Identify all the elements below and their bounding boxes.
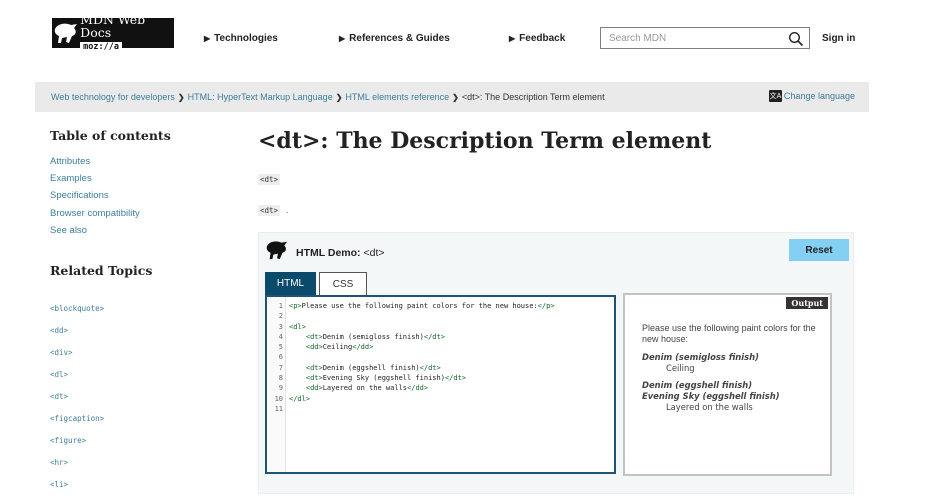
tab-css[interactable]: CSS <box>319 272 367 295</box>
output-body: Please use the following paint colors fo… <box>642 323 817 419</box>
change-language-label: Change language <box>783 91 855 101</box>
breadcrumb: Web technology for developers ❯ HTML: Hy… <box>35 82 869 112</box>
search-icon[interactable] <box>788 31 804 47</box>
output-paragraph: Please use the following paint colors fo… <box>642 323 816 344</box>
code-chip-dt-2: <dt> <box>258 205 281 216</box>
nav-label: References & Guides <box>349 33 450 44</box>
output-description: Ceiling <box>666 363 695 373</box>
output-term: Denim (eggshell finish) <box>642 380 753 390</box>
triangle-right-icon: ▶ <box>509 34 516 43</box>
related-item-li[interactable]: <li> <box>50 480 68 489</box>
breadcrumb-html[interactable]: HTML: HyperText Markup Language <box>188 92 333 102</box>
output-description-list: Denim (semigloss finish) Ceiling Denim (… <box>642 352 817 413</box>
toc-list: Attributes Examples Specifications Brows… <box>50 153 140 239</box>
sign-in-link[interactable]: Sign in <box>822 33 855 44</box>
nav-label: Technologies <box>214 33 278 44</box>
reset-button[interactable]: Reset <box>789 239 849 261</box>
chevron-right-icon: ❯ <box>335 92 343 102</box>
code-content[interactable]: <p>Please use the following paint colors… <box>289 301 555 404</box>
triangle-right-icon: ▶ <box>204 34 211 43</box>
mdn-logo[interactable]: MDN Web Docs moz://a <box>52 14 174 53</box>
related-item-dt[interactable]: <dt> <box>50 392 68 401</box>
line-numbers: 1 2 3 4 5 6 7 8 9 10 11 <box>274 302 283 413</box>
output-term: Evening Sky (eggshell finish) <box>642 391 780 401</box>
breadcrumb-elements-reference[interactable]: HTML elements reference <box>345 92 449 102</box>
editor-gutter: 1 2 3 4 5 6 7 8 9 10 11 <box>267 297 286 472</box>
related-item-dl[interactable]: <dl> <box>50 370 68 379</box>
related-item-figcaption[interactable]: <figcaption> <box>50 414 104 423</box>
interactive-demo: HTML Demo: <dt> Reset HTML CSS 1 2 3 4 5… <box>258 232 854 494</box>
related-item-dd[interactable]: <dd> <box>50 326 68 335</box>
logo-name: MDN Web Docs <box>80 12 146 40</box>
tab-html[interactable]: HTML <box>265 272 316 295</box>
toc-item-see-also[interactable]: See also <box>50 225 87 236</box>
chip-suffix: . <box>286 206 289 215</box>
dinosaur-icon <box>264 239 290 266</box>
toc-item-examples[interactable]: Examples <box>50 173 92 184</box>
triangle-right-icon: ▶ <box>339 34 346 43</box>
nav-label: Feedback <box>519 33 566 44</box>
code-chip-dt: <dt> <box>258 174 281 185</box>
related-item-div[interactable]: <div> <box>50 348 73 357</box>
demo-title: HTML Demo: <dt> <box>296 247 385 259</box>
nav-references-guides[interactable]: ▶ References & Guides <box>339 33 450 44</box>
translate-icon: 文A <box>768 90 782 102</box>
related-item-figure[interactable]: <figure> <box>50 436 86 445</box>
demo-title-prefix: HTML Demo: <box>296 246 364 259</box>
breadcrumb-web-technology[interactable]: Web technology for developers <box>51 92 175 102</box>
related-topics-heading: Related Topics <box>50 263 153 278</box>
chevron-right-icon: ❯ <box>452 92 459 102</box>
output-term: Denim (semigloss finish) <box>642 352 759 362</box>
mozilla-badge: moz://a <box>80 42 122 53</box>
nav-feedback[interactable]: ▶ Feedback <box>509 33 565 44</box>
chevron-right-icon: ❯ <box>177 92 185 102</box>
demo-header: HTML Demo: <dt> <box>264 239 385 266</box>
dinosaur-icon <box>52 18 80 48</box>
output-panel: Output Please use the following paint co… <box>623 293 832 476</box>
toc-heading: Table of contents <box>50 128 171 143</box>
change-language-link[interactable]: 文A Change language <box>768 90 855 102</box>
related-topics-list: <blockquote> <dd> <div> <dl> <dt> <figca… <box>50 298 104 496</box>
demo-tabs: HTML CSS <box>265 272 370 295</box>
toc-item-attributes[interactable]: Attributes <box>50 156 90 167</box>
output-label: Output <box>786 297 828 309</box>
page-title: <dt>: The Description Term element <box>258 128 712 154</box>
search-input[interactable] <box>601 28 781 49</box>
toc-item-specifications[interactable]: Specifications <box>50 190 109 201</box>
related-item-blockquote[interactable]: <blockquote> <box>50 304 104 313</box>
demo-title-tag: <dt> <box>363 246 385 259</box>
output-description: Layered on the walls <box>666 402 753 412</box>
related-item-hr[interactable]: <hr> <box>50 458 68 467</box>
toc-item-browser-compatibility[interactable]: Browser compatibility <box>50 208 140 219</box>
search-box <box>600 27 810 49</box>
nav-technologies[interactable]: ▶ Technologies <box>204 33 278 44</box>
code-editor[interactable]: 1 2 3 4 5 6 7 8 9 10 11 <p>Please use th… <box>265 295 616 474</box>
breadcrumb-current: <dt>: The Description Term element <box>461 92 605 102</box>
